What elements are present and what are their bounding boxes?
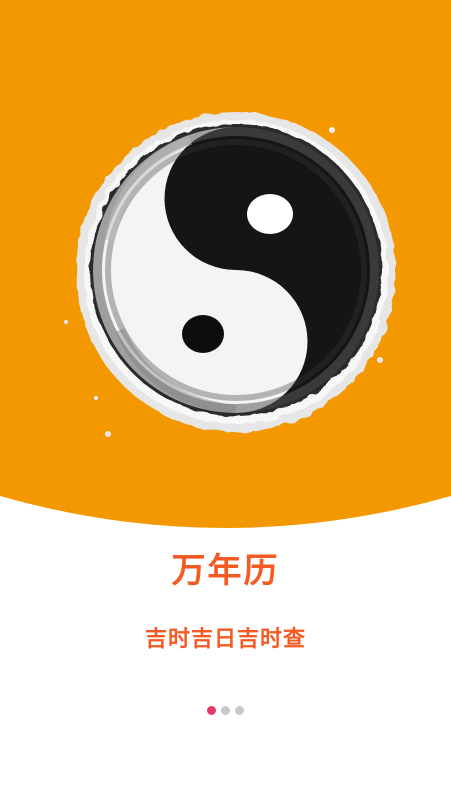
splash-screen: 万年历 吉时吉日吉时查 <box>0 0 451 800</box>
page-dot-2[interactable] <box>221 706 230 715</box>
app-title: 万年历 <box>171 551 280 591</box>
page-indicator <box>0 706 451 715</box>
app-subtitle: 吉时吉日吉时查 <box>144 627 306 652</box>
hero-banner <box>0 0 451 540</box>
page-dot-1[interactable] <box>207 706 216 715</box>
page-dot-3[interactable] <box>235 706 244 715</box>
hero-art <box>0 0 451 528</box>
